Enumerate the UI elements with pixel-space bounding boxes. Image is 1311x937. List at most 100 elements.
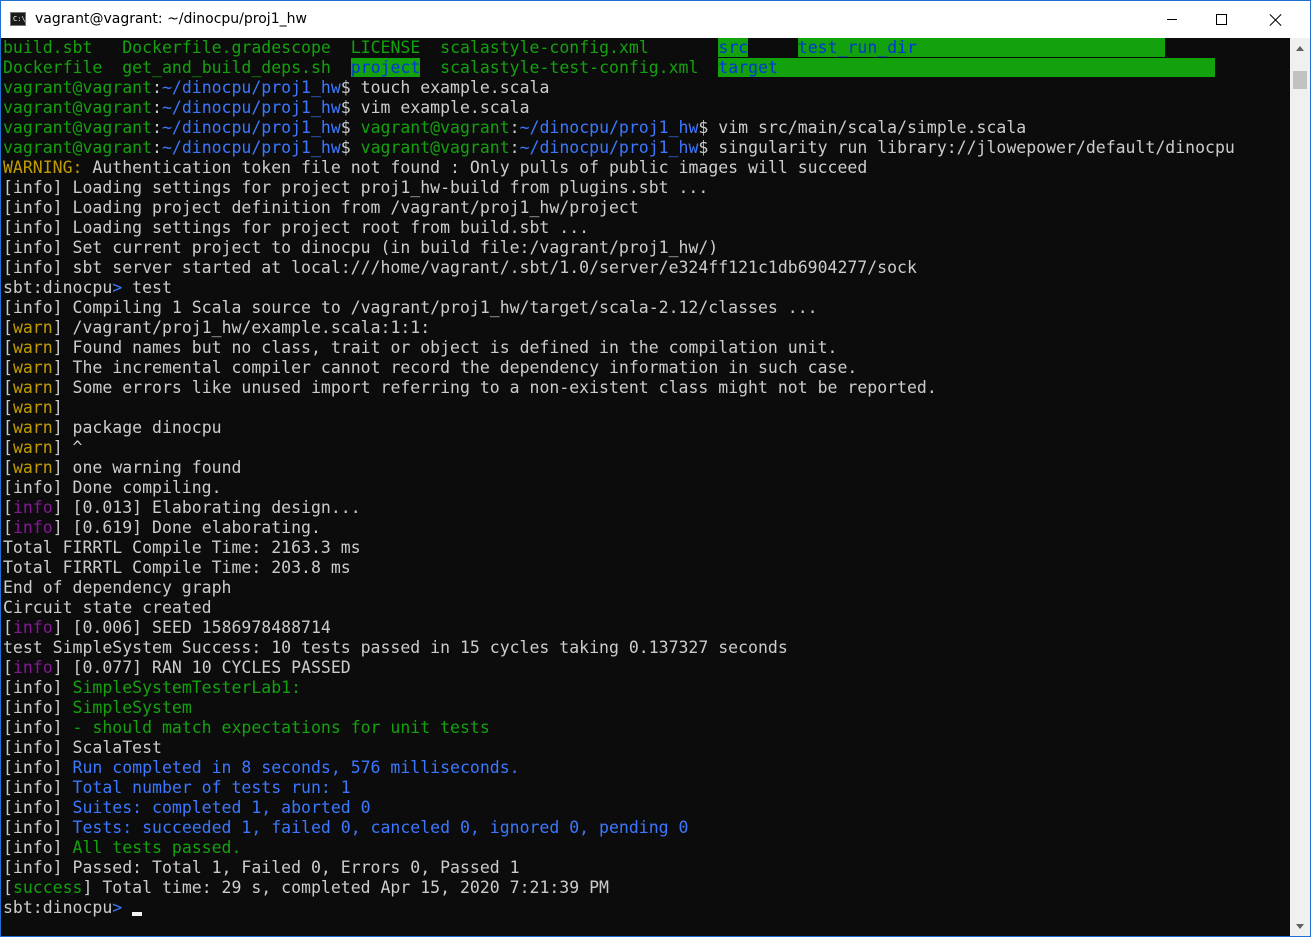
terminal-text: $ touch example.scala <box>340 78 550 97</box>
terminal-line: Circuit state created <box>3 598 1289 618</box>
terminal-text: Run completed in 8 seconds, 576 millisec… <box>72 758 520 777</box>
terminal-line: [info] sbt server started at local:///ho… <box>3 258 1289 278</box>
terminal-text: [info] ScalaTest <box>3 738 162 757</box>
cmd-icon[interactable]: C:\_ <box>10 12 30 26</box>
terminal-text: [info] Done compiling. <box>3 478 222 497</box>
terminal-text: warn <box>12 378 53 397</box>
terminal-text: [info] <box>3 758 73 777</box>
terminal-output[interactable]: build.sbt Dockerfile.gradescope LICENSE … <box>1 38 1289 936</box>
terminal-text: warn <box>12 338 53 357</box>
terminal-line: [info] Run completed in 8 seconds, 576 m… <box>3 758 1289 778</box>
terminal-text: Suites: completed 1, aborted 0 <box>72 798 371 817</box>
terminal-text: [ <box>3 518 13 537</box>
terminal-text: scalastyle-test-config.xml <box>440 58 699 77</box>
terminal-text: test SimpleSystem Success: 10 tests pass… <box>3 638 788 657</box>
terminal-text: > <box>112 898 133 917</box>
terminal-text: warn <box>12 358 53 377</box>
minimize-button[interactable] <box>1149 1 1195 38</box>
terminal-line: [success] Total time: 29 s, completed Ap… <box>3 878 1289 898</box>
terminal-line: [warn] Found names but no class, trait o… <box>3 338 1289 358</box>
terminal-text: [ <box>3 338 13 357</box>
terminal-text: [info] Passed: Total 1, Failed 0, Errors… <box>3 858 520 877</box>
terminal-text: vagrant@vagrant <box>3 118 153 137</box>
terminal-line: [warn] The incremental compiler cannot r… <box>3 358 1289 378</box>
terminal-text: info <box>12 618 53 637</box>
terminal-text: sbt:dinocpu <box>3 898 113 917</box>
terminal-text: get_and_build_deps.sh <box>122 58 331 77</box>
terminal-text: [info] <box>3 678 73 697</box>
terminal-text <box>777 58 1215 77</box>
scroll-down-button[interactable] <box>1290 916 1310 936</box>
terminal-text: ] Total time: 29 s, completed Apr 15, 20… <box>82 878 609 897</box>
terminal-text: test_run_dir <box>797 38 918 57</box>
terminal-text: [ <box>3 418 13 437</box>
terminal-line: [info] Loading settings for project root… <box>3 218 1289 238</box>
terminal-line: WARNING: Authentication token file not f… <box>3 158 1289 178</box>
terminal-text: - should match expectations for unit tes… <box>72 718 490 737</box>
terminal-text: [ <box>3 458 13 477</box>
minimize-icon <box>1167 19 1177 20</box>
window-title: vagrant@vagrant: ~/dinocpu/proj1_hw <box>35 11 307 27</box>
terminal-line: [info] ScalaTest <box>3 738 1289 758</box>
terminal-line: [info] Loading project definition from /… <box>3 198 1289 218</box>
terminal-text: Total FIRRTL Compile Time: 203.8 ms <box>3 558 351 577</box>
terminal-text: vagrant@vagrant <box>360 138 510 157</box>
terminal-text: target <box>718 58 778 77</box>
terminal-text: ~/dinocpu/proj1_hw <box>161 98 341 117</box>
terminal-text: ~/dinocpu/proj1_hw <box>161 138 341 157</box>
terminal-text: [info] Loading settings for project root… <box>3 218 590 237</box>
terminal-line: [info] Done compiling. <box>3 478 1289 498</box>
terminal-line: [info] [0.013] Elaborating design... <box>3 498 1289 518</box>
close-button[interactable] <box>1253 1 1299 38</box>
terminal-line: [warn] <box>3 398 1289 418</box>
terminal-text: $ vim example.scala <box>340 98 530 117</box>
title-bar[interactable]: C:\_ vagrant@vagrant: ~/dinocpu/proj1_hw <box>1 1 1310 38</box>
terminal-line: [info] SimpleSystem <box>3 698 1289 718</box>
maximize-button[interactable] <box>1198 1 1244 38</box>
terminal-line: [info] Suites: completed 1, aborted 0 <box>3 798 1289 818</box>
terminal-text: : <box>152 78 162 97</box>
vertical-scrollbar[interactable] <box>1290 38 1310 936</box>
terminal-text: ] Some errors like unused import referri… <box>52 378 937 397</box>
terminal-text: test <box>132 278 172 297</box>
terminal-text: [info] <box>3 798 73 817</box>
terminal-line: Dockerfile get_and_build_deps.sh project… <box>3 58 1289 78</box>
terminal-text: ] The incremental compiler cannot record… <box>52 358 858 377</box>
terminal-text: [ <box>3 618 13 637</box>
terminal-text: ~/dinocpu/proj1_hw <box>161 118 341 137</box>
terminal-text: ~/dinocpu/proj1_hw <box>519 118 699 137</box>
scroll-up-button[interactable] <box>1290 38 1310 58</box>
terminal-text: vagrant@vagrant <box>360 118 510 137</box>
terminal-text: info <box>12 498 53 517</box>
terminal-text: ] /vagrant/proj1_hw/example.scala:1:1: <box>52 318 431 337</box>
terminal-text: src <box>718 38 749 57</box>
terminal-line: [info] [0.077] RAN 10 CYCLES PASSED <box>3 658 1289 678</box>
terminal-text: scalastyle-config.xml <box>440 38 649 57</box>
terminal-line: test SimpleSystem Success: 10 tests pass… <box>3 638 1289 658</box>
terminal-text: project <box>350 58 421 77</box>
terminal-text: ~/dinocpu/proj1_hw <box>519 138 699 157</box>
terminal-text <box>917 38 1166 57</box>
terminal-line: Total FIRRTL Compile Time: 203.8 ms <box>3 558 1289 578</box>
terminal-text: WARNING: <box>3 158 83 177</box>
terminal-text: [ <box>3 358 13 377</box>
terminal-text: Circuit state created <box>3 598 212 617</box>
terminal-line: [warn] package dinocpu <box>3 418 1289 438</box>
terminal-text: warn <box>12 418 53 437</box>
terminal-line: [info] SimpleSystemTesterLab1: <box>3 678 1289 698</box>
scrollbar-thumb[interactable] <box>1293 71 1307 89</box>
terminal-text: vagrant@vagrant <box>3 98 153 117</box>
terminal-text: [info] <box>3 718 73 737</box>
terminal-text: $ <box>340 118 361 137</box>
terminal-text: ] [0.013] Elaborating design... <box>52 498 361 517</box>
terminal-text: ] one warning found <box>52 458 242 477</box>
terminal-line: sbt:dinocpu> <box>3 898 1289 918</box>
arrow-down-icon <box>1296 923 1304 929</box>
terminal-text: [info] Loading settings for project proj… <box>3 178 709 197</box>
terminal-text: $ <box>340 138 361 157</box>
terminal-text: Dockerfile <box>3 58 123 77</box>
terminal-text: [info] Compiling 1 Scala source to /vagr… <box>3 298 818 317</box>
